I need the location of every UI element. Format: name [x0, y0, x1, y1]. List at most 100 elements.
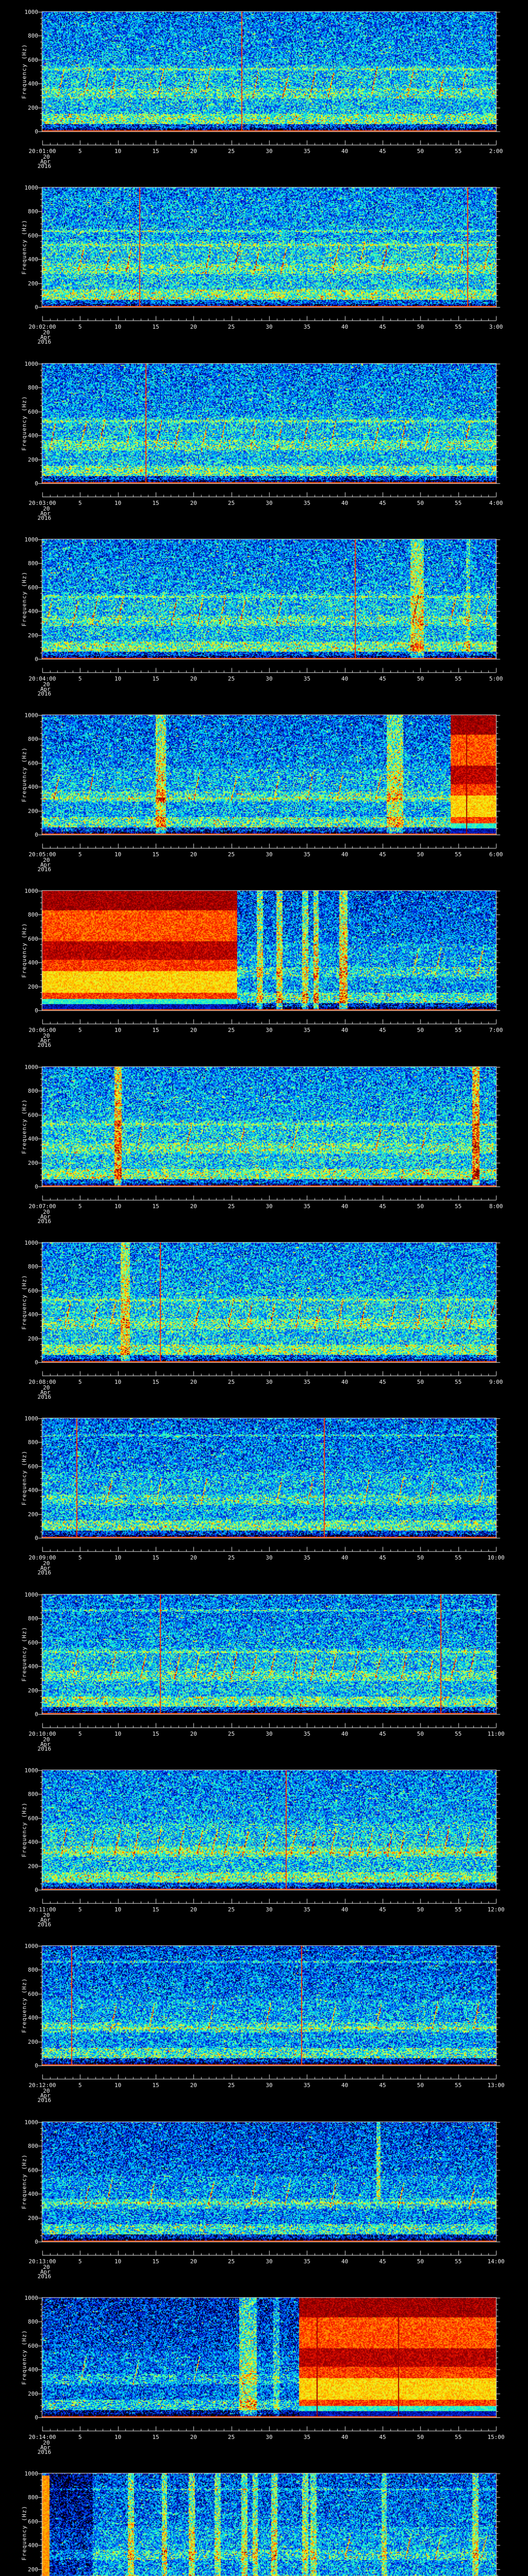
- y-tick-label: 200: [28, 1687, 38, 1694]
- x-tick-label: 15: [152, 1379, 159, 1385]
- x-tick-label: 45: [379, 500, 386, 506]
- x-tick-label: 20: [190, 324, 197, 330]
- x-tick-label: 30: [266, 1027, 273, 1033]
- y-axis-title: Frequency (Hz): [21, 923, 28, 978]
- x-tick-label: 50: [417, 1731, 424, 1737]
- y-tick-label: 800: [28, 2494, 38, 2501]
- y-tick-label: 1000: [24, 1767, 39, 1774]
- y-tick-label: 800: [28, 1088, 38, 1095]
- spectrogram-panel: Frequency (Hz) 0 200 400 600 800 1000 20:12:00 1…: [0, 1934, 528, 2110]
- y-tick-label: 400: [28, 2366, 38, 2374]
- x-tick-label: 40: [341, 2082, 349, 2089]
- x-axis-end-time: 5:00: [489, 675, 503, 682]
- x-tick-label: 10: [114, 500, 122, 506]
- y-tick-label: 1000: [24, 2295, 39, 2301]
- y-axis-title: Frequency (Hz): [21, 571, 28, 626]
- y-axis-title: Frequency (Hz): [21, 219, 28, 275]
- y-tick-label: 800: [28, 1791, 38, 1798]
- x-tick-label: 40: [341, 1203, 349, 1210]
- y-tick-label: 0: [35, 480, 38, 487]
- x-tick-label: 50: [417, 2434, 424, 2441]
- x-axis-start-time: 20:12:00: [28, 2082, 56, 2089]
- y-axis-title: Frequency (Hz): [21, 747, 28, 802]
- x-tick-label: 40: [341, 2434, 349, 2441]
- y-tick-label: 600: [28, 232, 38, 239]
- x-tick-label: 5: [78, 675, 82, 682]
- x-axis-start-time: 20:05:00: [28, 851, 56, 858]
- x-axis-end-time: 8:00: [489, 1203, 503, 1210]
- y-tick-label: 600: [28, 1639, 38, 1646]
- x-tick-label: 40: [341, 1731, 349, 1737]
- y-axis-title: Frequency (Hz): [21, 1099, 28, 1154]
- x-tick-label: 30: [266, 148, 273, 155]
- y-tick-label: 400: [28, 2542, 38, 2549]
- x-axis-start-time: 20:03:00: [28, 500, 56, 506]
- x-tick-label: 35: [303, 1554, 310, 1561]
- date-year: 2016: [37, 1745, 52, 1752]
- x-tick-label: 10: [114, 1203, 122, 1210]
- y-tick-label: 800: [28, 911, 38, 919]
- y-tick-label: 1000: [24, 888, 39, 894]
- y-tick-label: 600: [28, 935, 38, 942]
- y-tick-label: 200: [28, 280, 38, 287]
- y-tick-label: 200: [28, 632, 38, 639]
- x-tick-label: 30: [266, 851, 273, 858]
- x-tick-label: 35: [303, 1379, 310, 1385]
- x-tick-label: 55: [455, 1203, 462, 1210]
- y-tick-label: 1000: [24, 9, 39, 15]
- y-tick-label: 800: [28, 1615, 38, 1622]
- y-tick-label: 0: [35, 1183, 38, 1190]
- x-tick-label: 30: [266, 675, 273, 682]
- x-tick-label: 30: [266, 1379, 273, 1385]
- y-tick-label: 0: [35, 656, 38, 663]
- x-tick-label: 45: [379, 324, 386, 330]
- y-axis-title: Frequency (Hz): [21, 396, 28, 451]
- date-year: 2016: [37, 2449, 52, 2455]
- x-tick-label: 45: [379, 1906, 386, 1913]
- x-axis-start-time: 20:04:00: [28, 675, 56, 682]
- x-tick-label: 50: [417, 675, 424, 682]
- x-tick-label: 40: [341, 675, 349, 682]
- spectrogram-panel: Frequency (Hz) 0 200 400 600 800 1000 20:02:00 3…: [0, 176, 528, 352]
- y-tick-label: 200: [28, 807, 38, 815]
- y-tick-label: 600: [28, 408, 38, 415]
- x-axis-end-time: 12:00: [487, 1906, 505, 1913]
- x-tick-label: 35: [303, 2258, 310, 2265]
- x-axis-end-time: 3:00: [489, 324, 503, 330]
- x-tick-label: 25: [228, 675, 235, 682]
- x-tick-label: 35: [303, 675, 310, 682]
- x-axis-end-time: 13:00: [487, 2082, 505, 2089]
- x-tick-label: 40: [341, 148, 349, 155]
- x-tick-label: 25: [228, 1379, 235, 1385]
- spectrogram-panel: Frequency (Hz)0200400600800100020:15:001…: [0, 2462, 528, 2576]
- y-tick-label: 600: [28, 1990, 38, 1997]
- x-tick-label: 55: [455, 675, 462, 682]
- x-tick-label: 35: [303, 1203, 310, 1210]
- x-tick-label: 30: [266, 1203, 273, 1210]
- x-tick-label: 55: [455, 851, 462, 858]
- y-tick-label: 400: [28, 784, 38, 791]
- x-tick-label: 15: [152, 500, 159, 506]
- x-tick-label: 25: [228, 1027, 235, 1033]
- y-tick-label: 1000: [24, 361, 39, 367]
- x-axis-end-time: 2:00: [489, 148, 503, 155]
- x-tick-label: 15: [152, 675, 159, 682]
- x-tick-label: 5: [78, 1203, 82, 1210]
- x-axis-end-time: 7:00: [489, 1027, 503, 1033]
- x-axis-end-time: 11:00: [487, 1731, 505, 1737]
- y-tick-label: 0: [35, 1535, 38, 1541]
- x-axis-start-time: 20:02:00: [28, 324, 56, 330]
- y-axis-title: Frequency (Hz): [21, 2330, 28, 2385]
- spectrogram-panel: Frequency (Hz) 0 200 400 600 800 1000 20:14:00 1…: [0, 2286, 528, 2462]
- date-year: 2016: [37, 2273, 52, 2280]
- y-tick-label: 400: [28, 1311, 38, 1318]
- x-tick-label: 20: [190, 851, 197, 858]
- date-year: 2016: [37, 1394, 52, 1400]
- x-tick-label: 25: [228, 148, 235, 155]
- x-tick-label: 15: [152, 1731, 159, 1737]
- x-tick-label: 5: [78, 2082, 82, 2089]
- x-tick-label: 30: [266, 1731, 273, 1737]
- x-tick-label: 35: [303, 500, 310, 506]
- x-tick-label: 55: [455, 324, 462, 330]
- x-tick-label: 55: [455, 1554, 462, 1561]
